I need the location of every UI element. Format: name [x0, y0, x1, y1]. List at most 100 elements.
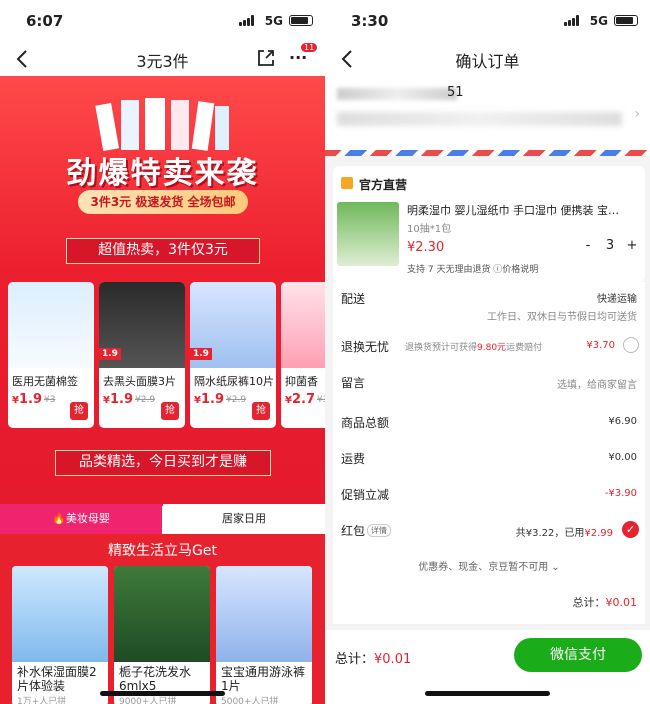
- product-name: 抑菌香: [285, 375, 318, 388]
- share-icon[interactable]: [256, 48, 276, 68]
- goods-name: 明柔湿巾 婴儿湿纸巾 手口湿巾 便携装 宝…: [407, 204, 619, 217]
- product-price: ¥1.9: [12, 392, 42, 407]
- goods-total-label: 商品总额: [341, 416, 390, 430]
- tab-beauty-baby[interactable]: 🔥美妆母婴: [0, 504, 162, 534]
- address-blurred-name: [337, 88, 457, 100]
- grab-button[interactable]: 抢: [161, 402, 179, 420]
- discount-value: -¥3.90: [604, 488, 637, 499]
- network-label: 5G: [589, 14, 608, 28]
- grab-button[interactable]: 抢: [70, 402, 88, 420]
- picks-section: 精致生活立马Get 补水保湿面膜2片体验装 1万+人已拼 栀子花洗发水6mlx5…: [0, 534, 325, 704]
- status-bar: 3:30 5G: [325, 0, 650, 42]
- goods-name: 补水保湿面膜2片体验装: [17, 665, 97, 693]
- product-card[interactable]: 1.9 隔水纸尿裤10片 ¥1.9 ¥2.9 抢: [190, 282, 276, 428]
- product-price: ¥1.9: [103, 392, 133, 407]
- goods-card[interactable]: 宝宝通用游泳裤1片 5000+人已拼: [216, 566, 312, 704]
- goods-image: [12, 566, 108, 662]
- address-section[interactable]: 51 ›: [325, 76, 650, 154]
- shipping-value: ¥0.00: [608, 452, 637, 463]
- address-blurred-detail: [337, 112, 622, 126]
- message-badge: 11: [301, 43, 318, 52]
- product-image: [8, 282, 94, 368]
- hero-slogan: 劲爆特卖来袭: [66, 156, 259, 191]
- chevron-right-icon: ›: [634, 106, 640, 122]
- quantity-stepper: - 3 +: [579, 238, 641, 256]
- category-tabs: 🔥美妆母婴 居家日用: [0, 504, 325, 534]
- hero-products-image: [95, 98, 229, 152]
- status-bar: 6:07 5G: [0, 0, 325, 42]
- address-phone-suffix: 51: [447, 85, 464, 100]
- nav-bar: 确认订单: [325, 42, 650, 76]
- fire-icon: 🔥: [52, 512, 66, 525]
- battery-icon: [614, 15, 638, 26]
- battery-icon: [289, 15, 313, 26]
- status-time: 3:30: [351, 12, 389, 30]
- return-label: 退换无忧: [341, 340, 390, 354]
- order-item-card: 官方直营 明柔湿巾 婴儿湿纸巾 手口湿巾 便携装 宝… 10抽*1包 ¥2.30…: [333, 166, 645, 282]
- home-indicator: [100, 691, 225, 696]
- decrease-button[interactable]: -: [579, 238, 597, 253]
- increase-button[interactable]: +: [623, 238, 641, 253]
- hongbao-label: 红包: [341, 524, 366, 538]
- airmail-divider: [325, 150, 650, 156]
- grab-button[interactable]: 抢: [252, 402, 270, 420]
- hongbao-check-icon[interactable]: ✓: [622, 521, 639, 538]
- return-price: ¥3.70: [586, 340, 615, 351]
- hot-sale-banner: 超值热卖，3件仅3元: [66, 238, 260, 264]
- goods-image: [337, 202, 399, 266]
- signal-icon: [239, 15, 255, 26]
- message-input[interactable]: 选填，给商家留言: [557, 376, 637, 391]
- quantity-value[interactable]: 3: [601, 238, 619, 253]
- return-checkbox[interactable]: [623, 337, 639, 353]
- status-time: 6:07: [26, 12, 64, 30]
- product-card[interactable]: 医用无菌棉签 ¥1.9 ¥3 抢: [8, 282, 94, 428]
- hongbao-value: 共¥3.22，已用¥2.99: [515, 528, 613, 539]
- hero-subtitle-pill: 3件3元 极速发货 全场包邮: [78, 190, 248, 214]
- goods-sold: 5000+人已拼: [221, 697, 279, 704]
- product-name: 隔水纸尿裤10片: [194, 375, 274, 388]
- goods-price: ¥2.30: [407, 240, 445, 255]
- shipping-label: 运费: [341, 452, 366, 466]
- home-indicator: [425, 691, 550, 696]
- shop-icon: [341, 177, 353, 189]
- page-title: 3元3件: [136, 52, 189, 71]
- shop-name: 官方直营: [359, 178, 408, 192]
- product-price: ¥2.7: [285, 392, 315, 407]
- footer-total: 总计：¥0.01: [335, 652, 412, 667]
- coupons-note[interactable]: 优惠券、现金、京豆暂不可用 ⌄: [333, 558, 645, 573]
- product-old-price: ¥2.9: [226, 395, 247, 405]
- hongbao-detail-tag[interactable]: 详情: [367, 524, 391, 537]
- nav-bar: 3元3件 ··· 11: [0, 42, 325, 76]
- network-label: 5G: [264, 14, 283, 28]
- product-name: 医用无菌棉签: [12, 375, 78, 388]
- goods-card[interactable]: 栀子花洗发水6mlx5 9000+人已拼: [114, 566, 210, 704]
- goods-card[interactable]: 补水保湿面膜2片体验装 1万+人已拼: [12, 566, 108, 704]
- product-price: ¥1.9: [194, 392, 224, 407]
- price-badge: 1.9: [190, 348, 212, 360]
- return-desc: 退换货预计可获得9.80元运费赔付: [405, 343, 543, 353]
- product-name: 去黑头面膜3片: [103, 375, 176, 388]
- order-confirm-screen: 3:30 5G 确认订单 51 › 官方直营 明柔湿巾 婴儿湿纸巾 手口湿巾 便…: [325, 0, 650, 704]
- goods-image: [114, 566, 210, 662]
- goods-spec: 10抽*1包: [407, 224, 452, 235]
- product-old-price: ¥3: [44, 395, 56, 405]
- price-summary-card: 商品总额 ¥6.90 运费 ¥0.00 促销立减 -¥3.90 红包 详情 共¥…: [333, 402, 645, 624]
- product-old-price: ¥3: [317, 395, 325, 405]
- product-card[interactable]: 抑菌香 ¥2.7 ¥3: [281, 282, 325, 428]
- page-title: 确认订单: [455, 52, 520, 71]
- delivery-sub: 工作日、双休日与节假日均可送货: [487, 312, 637, 323]
- goods-total-value: ¥6.90: [608, 416, 637, 427]
- message-label: 留言: [341, 376, 366, 390]
- goods-sold: 1万+人已拼: [17, 697, 67, 704]
- product-card[interactable]: 1.9 去黑头面膜3片 ¥1.9 ¥2.9 抢: [99, 282, 185, 428]
- delivery-value[interactable]: 快递运输: [597, 290, 637, 305]
- goods-name: 栀子花洗发水6mlx5: [119, 665, 192, 693]
- discount-label: 促销立减: [341, 488, 390, 502]
- signal-icon: [564, 15, 580, 26]
- tab-home-daily[interactable]: 居家日用: [163, 504, 325, 534]
- product-image: [281, 282, 325, 368]
- goods-image: [216, 566, 312, 662]
- subtotal: 总计：¥0.01: [572, 596, 638, 609]
- wechat-pay-button[interactable]: 微信支付: [514, 638, 642, 672]
- return-support-note[interactable]: 支持 7 天无理由退货 ⓘ价格说明: [407, 262, 538, 275]
